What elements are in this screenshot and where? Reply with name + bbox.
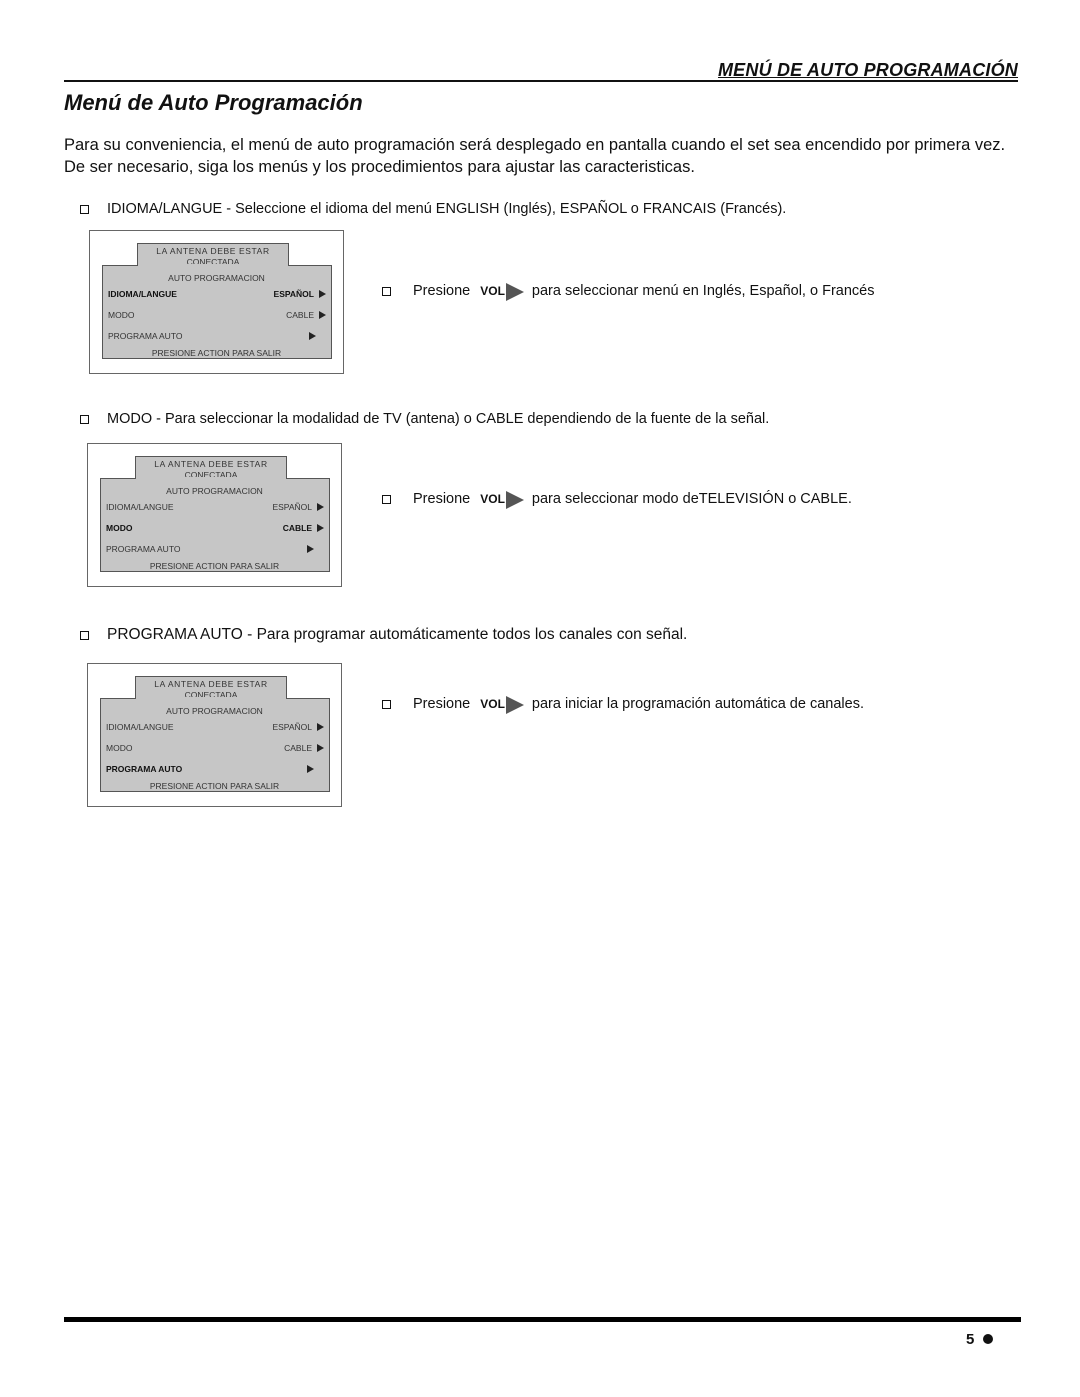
- menu-row-programa-auto[interactable]: PROGRAMA AUTO: [106, 544, 324, 554]
- header-divider: [64, 80, 1018, 82]
- press-instruction-programa-auto: Presione VOL para iniciar la programació…: [382, 695, 864, 714]
- menu-tab-line1: LA ANTENA DEBE ESTAR: [154, 459, 268, 469]
- vol-right-arrow-icon: [505, 283, 524, 301]
- checkbox-bullet-icon: [382, 699, 391, 709]
- section-title: MENÚ DE AUTO PROGRAMACIÓN: [717, 60, 1018, 80]
- bullet-modo: MODO - Para seleccionar la modalidad de …: [80, 411, 769, 427]
- press-instruction-modo: Presione VOL para seleccionar modo deTEL…: [382, 490, 852, 509]
- menu-row-idioma[interactable]: IDIOMA/LANGUE ESPAÑOL: [106, 502, 324, 512]
- arrow-right-icon: [317, 524, 324, 532]
- arrow-right-icon: [307, 765, 314, 773]
- vol-label: VOL: [480, 284, 505, 298]
- menu-footer: PRESIONE ACTION PARA SALIR: [151, 348, 282, 358]
- bullet-text: IDIOMA/LANGUE - Seleccione el idioma del…: [107, 201, 787, 217]
- arrow-right-icon: [319, 311, 326, 319]
- footer-divider: [64, 1317, 1021, 1322]
- menu-footer: PRESIONE ACTION PARA SALIR: [149, 561, 280, 571]
- bullet-text: PROGRAMA AUTO - Para programar automátic…: [107, 626, 688, 643]
- bullet-dot-icon: [983, 1334, 993, 1344]
- bullet-programa-auto: PROGRAMA AUTO - Para programar automátic…: [80, 626, 687, 644]
- menu-tab-line1: LA ANTENA DEBE ESTAR: [154, 679, 268, 689]
- checkbox-bullet-icon: [382, 494, 391, 504]
- menu-title: AUTO PROGRAMACION: [166, 706, 263, 716]
- osd-menu-programa-auto: LA ANTENA DEBE ESTAR CONECTADA AUTO PROG…: [87, 663, 342, 807]
- vol-label: VOL: [480, 492, 505, 506]
- arrow-right-icon: [309, 332, 316, 340]
- menu-row-modo[interactable]: MODO CABLE: [108, 310, 326, 320]
- arrow-right-icon: [317, 723, 324, 731]
- checkbox-bullet-icon: [80, 204, 89, 214]
- menu-title: AUTO PROGRAMACION: [166, 486, 263, 496]
- press-instruction-idioma: Presione VOL para seleccionar menú en In…: [382, 282, 874, 301]
- vol-right-arrow-icon: [505, 696, 524, 714]
- menu-row-programa-auto[interactable]: PROGRAMA AUTO: [106, 764, 324, 774]
- vol-right-arrow-icon: [505, 491, 524, 509]
- bullet-idioma: IDIOMA/LANGUE - Seleccione el idioma del…: [80, 201, 786, 217]
- checkbox-bullet-icon: [80, 630, 89, 640]
- menu-title: AUTO PROGRAMACION: [168, 273, 265, 283]
- menu-tab-line1: LA ANTENA DEBE ESTAR: [156, 246, 270, 256]
- checkbox-bullet-icon: [382, 286, 391, 296]
- checkbox-bullet-icon: [80, 414, 89, 424]
- arrow-right-icon: [319, 290, 326, 298]
- bullet-text: MODO - Para seleccionar la modalidad de …: [107, 411, 770, 427]
- arrow-right-icon: [317, 503, 324, 511]
- menu-row-programa-auto[interactable]: PROGRAMA AUTO: [108, 331, 326, 341]
- arrow-right-icon: [317, 744, 324, 752]
- menu-footer: PRESIONE ACTION PARA SALIR: [149, 781, 280, 791]
- intro-paragraph: Para su conveniencia, el menú de auto pr…: [64, 136, 1006, 176]
- arrow-right-icon: [307, 545, 314, 553]
- vol-label: VOL: [480, 697, 505, 711]
- osd-menu-idioma: LA ANTENA DEBE ESTAR CONECTADA AUTO PROG…: [89, 230, 344, 374]
- osd-menu-modo: LA ANTENA DEBE ESTAR CONECTADA AUTO PROG…: [87, 443, 342, 587]
- menu-row-modo[interactable]: MODO CABLE: [106, 523, 324, 533]
- menu-row-idioma[interactable]: IDIOMA/LANGUE ESPAÑOL: [106, 722, 324, 732]
- page-title: Menú de Auto Programación: [64, 90, 363, 115]
- menu-row-idioma[interactable]: IDIOMA/LANGUE ESPAÑOL: [108, 289, 326, 299]
- menu-row-modo[interactable]: MODO CABLE: [106, 743, 324, 753]
- page-number: 5: [966, 1331, 975, 1348]
